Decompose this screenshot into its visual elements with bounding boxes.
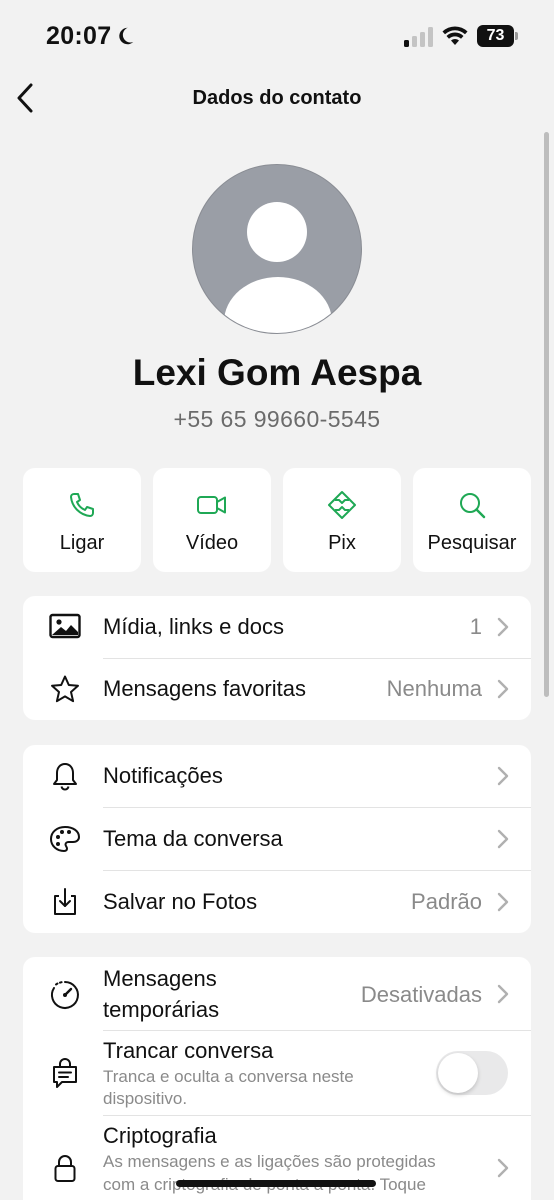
privacy-card: Mensagens temporárias Desativadas Tranca… [23, 957, 531, 1200]
phone-icon [70, 493, 94, 517]
starred-messages-value: Nenhuma [386, 676, 482, 701]
timer-icon [49, 979, 81, 1011]
encryption-row[interactable]: Criptografia As mensagens e as ligações … [23, 1116, 531, 1200]
chat-theme-row[interactable]: Tema da conversa [23, 808, 531, 870]
notifications-label: Notificações [103, 763, 223, 788]
chevron-right-icon [497, 829, 509, 849]
encryption-description-line1: As mensagens e as ligações são protegida… [103, 1152, 436, 1171]
lock-chat-description-line2: dispositivo. [103, 1089, 188, 1108]
starred-messages-label: Mensagens favoritas [103, 676, 306, 701]
avatar-body-shape [224, 277, 332, 333]
download-icon [49, 886, 81, 918]
notifications-row[interactable]: Notificações [23, 745, 531, 807]
chat-theme-label: Tema da conversa [103, 826, 283, 851]
page-title: Dados do contato [192, 87, 362, 109]
save-to-photos-value: Padrão [411, 889, 482, 914]
chevron-right-icon [497, 984, 509, 1004]
status-time: 20:07 [46, 22, 112, 50]
call-button[interactable]: Ligar [23, 468, 141, 572]
avatar-head-shape [247, 202, 307, 262]
bell-icon [49, 760, 81, 792]
battery-level: 73 [477, 25, 514, 47]
avatar[interactable] [192, 164, 362, 334]
chevron-right-icon [497, 892, 509, 912]
starred-messages-row[interactable]: Mensagens favoritas Nenhuma [23, 658, 531, 720]
search-button[interactable]: Pesquisar [413, 468, 531, 572]
star-icon [49, 673, 81, 705]
video-icon [197, 496, 226, 514]
home-indicator[interactable] [176, 1180, 376, 1187]
encryption-label: Criptografia [103, 1123, 217, 1148]
lock-chat-toggle[interactable] [436, 1051, 508, 1095]
settings-card: Notificações Tema da conversa Salvar no … [23, 745, 531, 933]
status-bar: 20:07 73 [0, 0, 554, 70]
lock-chat-row: Trancar conversa Tranca e oculta a conve… [23, 1031, 531, 1115]
media-links-docs-row[interactable]: Mídia, links e docs 1 [23, 596, 531, 658]
wifi-icon [442, 26, 468, 45]
contact-phone: +55 65 99660-5545 [173, 406, 381, 432]
battery-indicator: 73 [477, 25, 519, 47]
battery-tip [515, 32, 518, 40]
disappearing-messages-value: Desativadas [360, 982, 482, 1007]
media-card: Mídia, links e docs 1 Mensagens favorita… [23, 596, 531, 720]
lock-chat-label: Trancar conversa [103, 1038, 274, 1063]
toggle-knob [438, 1053, 478, 1093]
save-to-photos-row[interactable]: Salvar no Fotos Padrão [23, 871, 531, 933]
call-button-label: Ligar [59, 532, 105, 554]
save-to-photos-label: Salvar no Fotos [103, 889, 258, 914]
moon-icon [119, 27, 134, 45]
pix-button-label: Pix [328, 532, 356, 554]
contact-name: Lexi Gom Aespa [132, 352, 422, 393]
pix-button[interactable]: Pix [283, 468, 401, 572]
chevron-right-icon [497, 617, 509, 637]
palette-icon [49, 823, 81, 855]
media-count: 1 [469, 614, 482, 639]
pix-icon [328, 491, 356, 519]
disappearing-messages-label-line2: temporárias [103, 997, 220, 1022]
search-button-label: Pesquisar [427, 532, 517, 554]
chat-lock-icon [49, 1057, 81, 1089]
cellular-signal-icon [404, 27, 433, 47]
search-icon [460, 493, 486, 519]
media-links-docs-label: Mídia, links e docs [103, 614, 284, 639]
chevron-right-icon [497, 1158, 509, 1178]
photo-icon [49, 611, 81, 643]
video-button-label: Vídeo [185, 532, 239, 554]
lock-icon [49, 1152, 81, 1184]
action-buttons: Ligar Vídeo Pix Pesquisar [23, 468, 531, 572]
disappearing-messages-label-line1: Mensagens [103, 966, 217, 991]
disappearing-messages-row[interactable]: Mensagens temporárias Desativadas [23, 957, 531, 1030]
lock-chat-description-line1: Tranca e oculta a conversa neste [103, 1067, 354, 1086]
chevron-right-icon [497, 766, 509, 786]
video-button[interactable]: Vídeo [153, 468, 271, 572]
chevron-right-icon [497, 679, 509, 699]
